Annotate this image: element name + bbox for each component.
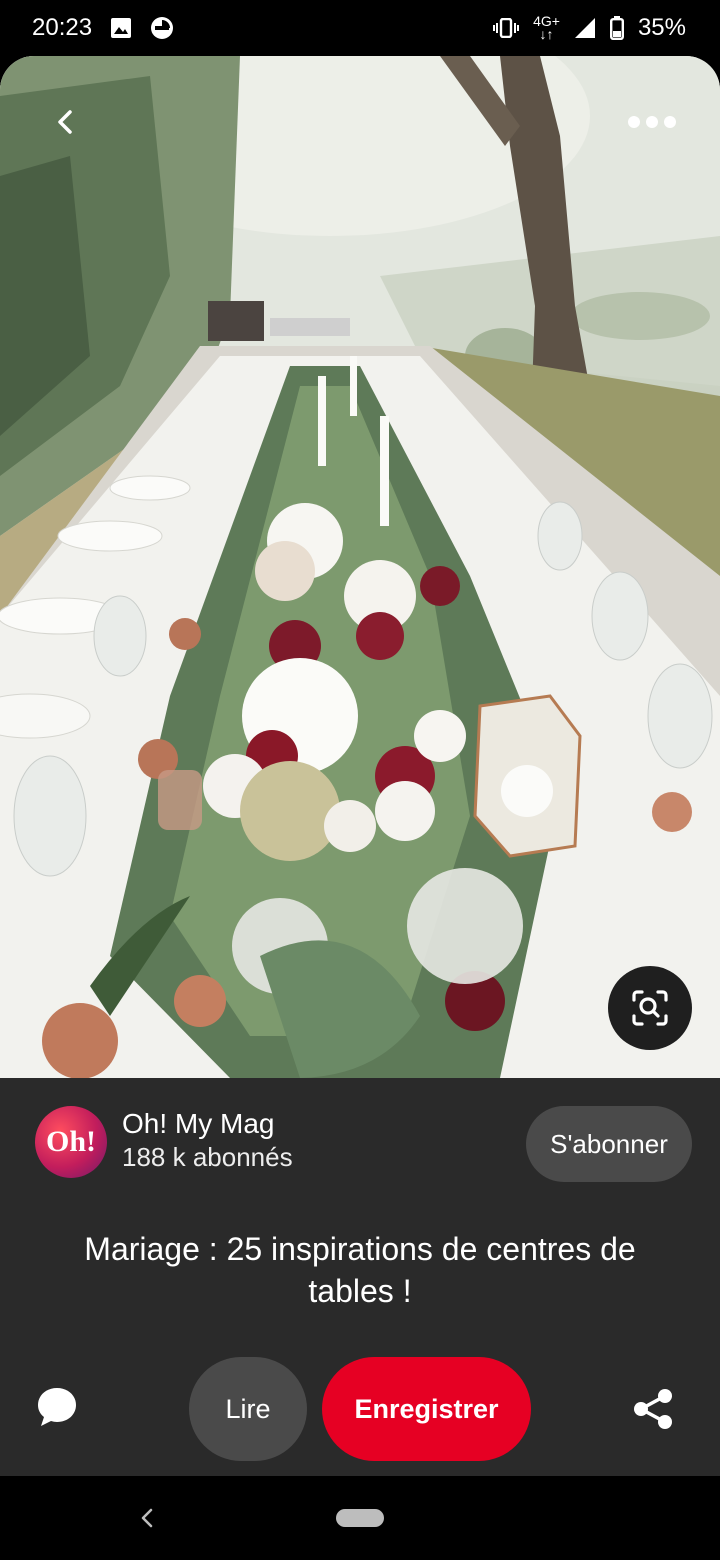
network-type: 4G+ ↓↑ (533, 14, 560, 42)
chevron-left-icon (141, 1508, 153, 1528)
image-icon (110, 17, 132, 39)
pin-details-panel: Oh! Oh! My Mag 188 k abonnés S'abonner M… (0, 1078, 720, 1476)
pin-title: Mariage : 25 inspirations de centres de … (84, 1231, 636, 1309)
more-icon (628, 116, 676, 128)
wedding-table-photo (0, 56, 720, 1078)
system-back-button[interactable] (136, 1506, 158, 1530)
visual-search-icon (632, 990, 668, 1026)
sync-icon (150, 16, 174, 40)
profile-name[interactable]: Oh! My Mag (122, 1108, 274, 1140)
share-icon (634, 1389, 672, 1429)
avatar-logo-text: Oh! (45, 1125, 96, 1158)
network-activity: ↓↑ (539, 26, 554, 42)
battery-level: 35% (637, 14, 686, 41)
visual-search-button[interactable] (608, 966, 692, 1050)
comment-icon (38, 1388, 76, 1426)
save-button[interactable]: Enregistrer (322, 1357, 531, 1461)
signal-icon (574, 17, 596, 39)
follower-count: 188 k abonnés (122, 1142, 293, 1172)
avatar[interactable]: Oh! (35, 1106, 107, 1178)
read-button[interactable]: Lire (189, 1357, 307, 1461)
back-button[interactable] (44, 100, 88, 144)
vibrate-icon (493, 18, 520, 38)
pin-image[interactable] (0, 56, 720, 1078)
battery-icon (609, 16, 624, 40)
status-bar-left: 20:23 (32, 14, 174, 42)
back-arrow-icon (58, 110, 72, 134)
status-time: 20:23 (32, 14, 93, 41)
subscribe-button[interactable]: S'abonner (526, 1106, 692, 1182)
status-bar: 20:23 4G+ ↓↑ 35% (0, 0, 720, 56)
status-bar-right: 4G+ ↓↑ 35% (493, 14, 686, 42)
comment-button[interactable] (34, 1384, 80, 1430)
system-navigation-bar (0, 1476, 720, 1560)
home-pill-button[interactable] (336, 1509, 384, 1527)
more-options-button[interactable] (624, 108, 680, 136)
share-button[interactable] (630, 1386, 676, 1432)
